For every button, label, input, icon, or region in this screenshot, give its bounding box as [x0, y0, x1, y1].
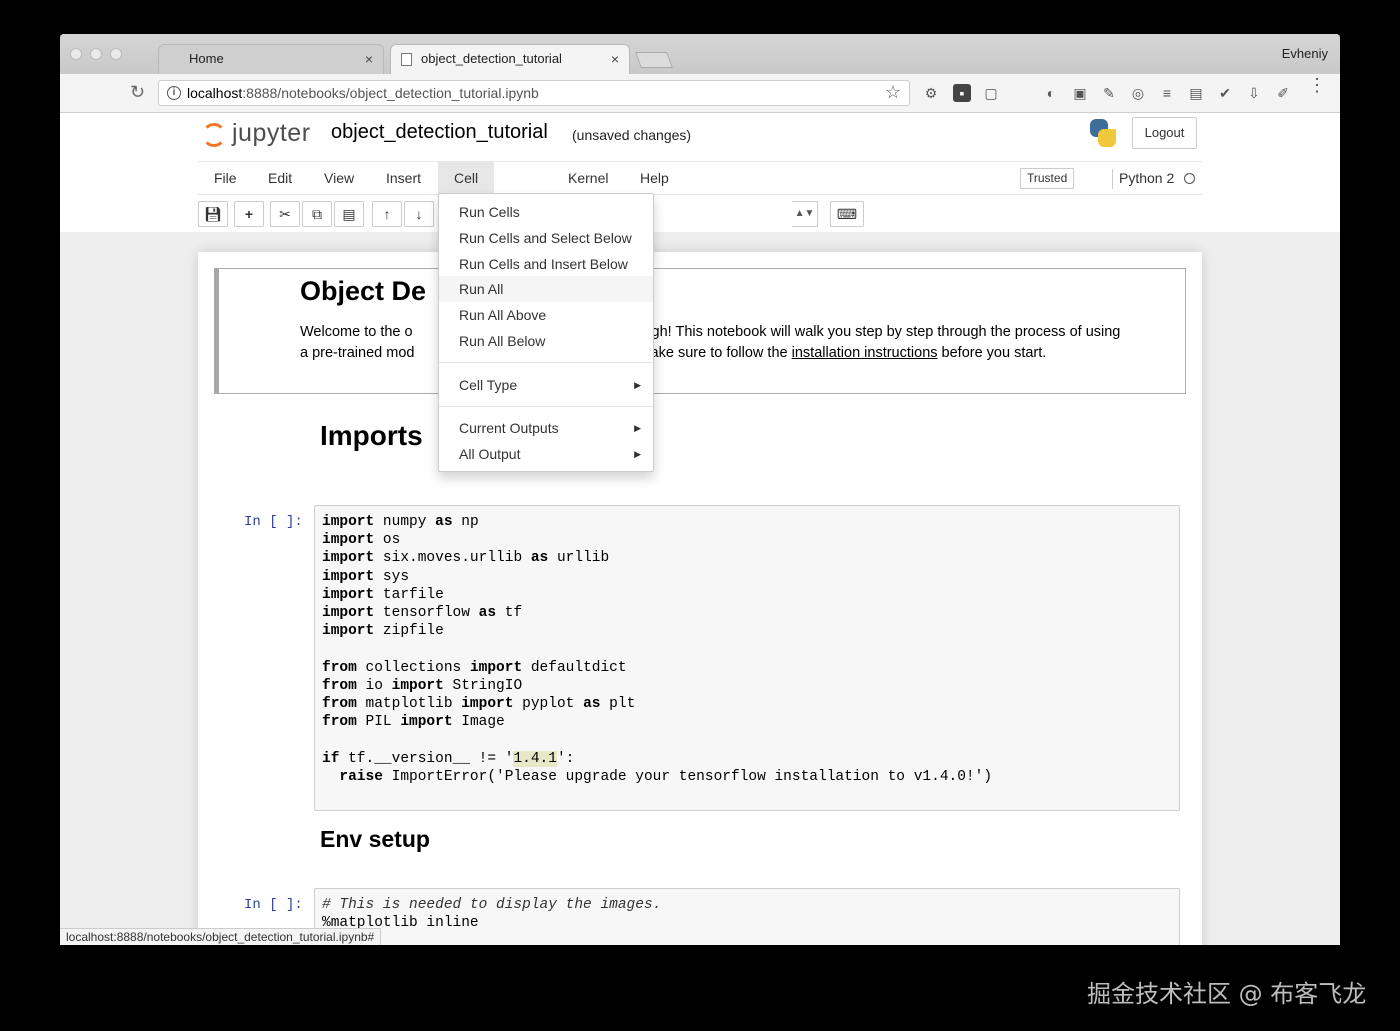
move-up-icon[interactable]: ↑ [372, 201, 402, 227]
notebook-toolbar: 💾︎ + ✂ ⧉ ▤ ↑ ↓ ▲▼ ⌨ [198, 198, 1202, 232]
menu-run-cells-insert-below[interactable]: Run Cells and Insert Below [439, 251, 653, 277]
kernel-divider [1112, 169, 1113, 189]
trusted-badge[interactable]: Trusted [1020, 168, 1075, 189]
cell-prompt: In [ ]: [244, 897, 303, 913]
imports-heading: Imports [320, 420, 423, 451]
menu-insert[interactable]: Insert [370, 162, 437, 194]
menu-run-cells-select-below[interactable]: Run Cells and Select Below [439, 225, 653, 251]
menu-run-cells[interactable]: Run Cells [439, 199, 653, 225]
cell-prompt: In [ ]: [244, 514, 303, 530]
copy-icon[interactable]: ⧉ [302, 201, 332, 227]
close-icon[interactable]: × [365, 45, 373, 73]
extension-check-icon[interactable]: ✔ [1216, 84, 1234, 102]
notebook-area: Object De Welcome to the o rough! This no… [60, 232, 1340, 945]
menu-all-output[interactable]: All Output ▶ [439, 441, 653, 467]
logout-button[interactable]: Logout [1132, 117, 1197, 149]
intro-text: Welcome to the o rough! This notebook wil… [300, 324, 1121, 361]
bookmark-star-icon[interactable]: ☆ [885, 82, 901, 103]
extension-download-icon[interactable]: ⇩ [1245, 84, 1263, 102]
tab-label: object_detection_tutorial [421, 51, 562, 66]
kernel-name: Python 2 [1119, 170, 1175, 186]
close-icon[interactable]: × [611, 45, 619, 73]
extension-eyedropper-icon[interactable]: ✎ [1100, 84, 1118, 102]
menu-cell-type[interactable]: Cell Type ▶ [439, 372, 653, 398]
jupyter-ring-icon [202, 123, 226, 147]
notebook-name[interactable]: object_detection_tutorial [331, 121, 548, 144]
jupyter-logo[interactable]: jupyter [202, 119, 322, 149]
tab-home[interactable]: Home × [158, 44, 384, 74]
extension-jb-icon[interactable]: ▣ [1071, 84, 1089, 102]
menu-edit[interactable]: Edit [252, 162, 308, 194]
tab-label: Home [189, 51, 224, 66]
status-bar-url: localhost:8888/notebooks/object_detectio… [60, 928, 382, 945]
browser-menu-icon[interactable]: ⋮ [1308, 76, 1326, 94]
extension-shield-icon[interactable]: ◐ [1042, 84, 1060, 102]
extension-brush-icon[interactable]: ✐ [1274, 84, 1292, 102]
document-icon [401, 53, 412, 66]
extension-screen-icon[interactable]: ▪ [953, 84, 971, 102]
new-tab-button[interactable] [635, 52, 673, 68]
env-setup-heading: Env setup [320, 826, 430, 852]
intro-title: Object De [300, 276, 427, 306]
address-bar[interactable]: i localhost:8888/notebooks/object_detect… [158, 80, 910, 106]
browser-toolbar: ↻ i localhost:8888/notebooks/object_dete… [60, 74, 1340, 113]
move-down-icon[interactable]: ↓ [404, 201, 434, 227]
extension-lines-icon[interactable]: ≡ [1158, 84, 1176, 102]
info-icon[interactable]: i [167, 86, 181, 100]
profile-name[interactable]: Evheniy [1282, 46, 1328, 61]
menubar: File Edit View Insert Cell Kernel Help T… [198, 161, 1202, 195]
menu-current-outputs[interactable]: Current Outputs ▶ [439, 415, 653, 441]
extension-image-icon[interactable]: ▤ [1187, 84, 1205, 102]
menu-file[interactable]: File [198, 162, 253, 194]
menu-run-all-below[interactable]: Run All Below [439, 328, 653, 354]
paste-icon[interactable]: ▤ [334, 201, 364, 227]
minimize-window-icon[interactable] [90, 48, 102, 60]
url-text: localhost:8888/notebooks/object_detectio… [187, 85, 539, 101]
menu-kernel[interactable]: Kernel [552, 162, 624, 194]
save-icon[interactable]: 💾︎ [198, 201, 228, 227]
extension-circle-icon[interactable]: ◎ [1129, 84, 1147, 102]
jupyter-logo-text: jupyter [232, 119, 311, 147]
jupyter-header: jupyter object_detection_tutorial (unsav… [60, 113, 1340, 161]
submenu-arrow-icon: ▶ [634, 380, 641, 390]
cell-dropdown-menu: Run Cells Run Cells and Select Below Run… [438, 193, 654, 472]
keyboard-icon[interactable]: ⌨ [830, 201, 864, 227]
browser-window: Home × object_detection_tutorial × Evhen… [60, 34, 1340, 945]
cell-type-select[interactable]: ▲▼ [792, 201, 818, 227]
extension-gear-icon[interactable]: ⚙ [922, 84, 940, 102]
menu-divider [439, 362, 653, 363]
extension-frame-icon[interactable]: ▢ [982, 84, 1000, 102]
code-cell[interactable]: import numpy as np import os import six.… [314, 505, 1180, 811]
installation-link[interactable]: installation instructions [792, 345, 938, 361]
menu-view[interactable]: View [308, 162, 370, 194]
submenu-arrow-icon: ▶ [634, 449, 641, 459]
insert-cell-icon[interactable]: + [234, 201, 264, 227]
tab-strip: Home × object_detection_tutorial × Evhen… [60, 34, 1340, 74]
kernel-idle-icon [1184, 173, 1195, 184]
reload-icon[interactable]: ↻ [130, 82, 145, 103]
submenu-arrow-icon: ▶ [634, 423, 641, 433]
watermark: 掘金技术社区 @ 布客飞龙 [1087, 980, 1367, 1008]
save-status: (unsaved changes) [572, 127, 692, 143]
menu-run-all[interactable]: Run All [439, 276, 653, 302]
menu-help[interactable]: Help [624, 162, 685, 194]
menu-divider [439, 406, 653, 407]
code-cell[interactable]: # This is needed to display the images. … [314, 888, 1180, 945]
maximize-window-icon[interactable] [110, 48, 122, 60]
tab-notebook[interactable]: object_detection_tutorial × [390, 44, 630, 74]
menu-cell[interactable]: Cell [438, 162, 495, 194]
close-window-icon[interactable] [70, 48, 82, 60]
menu-run-all-above[interactable]: Run All Above [439, 302, 653, 328]
notebook-page: Object De Welcome to the o rough! This no… [198, 252, 1202, 945]
cut-icon[interactable]: ✂ [270, 201, 300, 227]
python-logo-icon [1090, 119, 1116, 147]
